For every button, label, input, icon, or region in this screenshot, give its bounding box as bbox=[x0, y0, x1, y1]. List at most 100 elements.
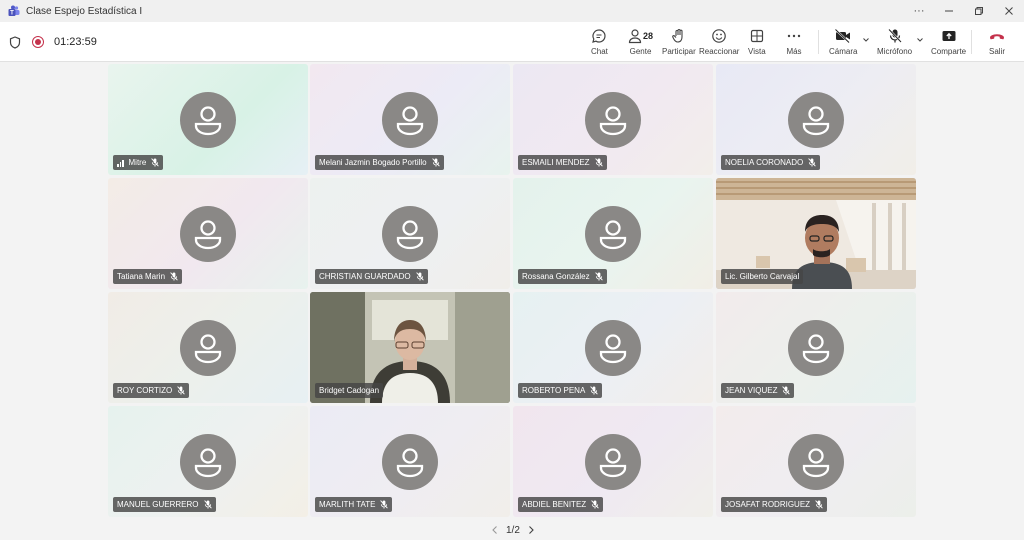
participant-name: Mitre bbox=[128, 158, 147, 167]
camera-button[interactable]: Cámara bbox=[829, 26, 857, 60]
participant-name-tag: Tatiana Marin bbox=[113, 269, 183, 284]
gallery-pager: 1/2 bbox=[488, 522, 538, 538]
people-button[interactable]: 28 Gente bbox=[628, 26, 653, 60]
close-button[interactable] bbox=[994, 0, 1024, 22]
share-screen-icon bbox=[941, 26, 957, 46]
participant-tile[interactable]: Melani Jazmin Bogado Portillo bbox=[310, 64, 510, 175]
toolbar-divider bbox=[971, 30, 972, 54]
participant-name: Melani Jazmin Bogado Portillo bbox=[319, 158, 427, 167]
participant-tile[interactable]: NOELIA CORONADO bbox=[716, 64, 916, 175]
participant-name: Lic. Gilberto Carvajal bbox=[725, 272, 800, 281]
mic-muted-icon bbox=[177, 386, 186, 395]
leave-button[interactable]: Salir bbox=[988, 26, 1006, 60]
teams-logo-icon: T bbox=[8, 5, 20, 17]
participant-name-tag: Bridget Cadogan bbox=[315, 383, 384, 398]
signal-icon bbox=[117, 159, 125, 167]
view-button[interactable]: Vista bbox=[748, 26, 766, 60]
participant-tile[interactable]: Tatiana Marin bbox=[108, 178, 308, 289]
participant-name-tag: JOSAFAT RODRIGUEZ bbox=[721, 497, 828, 512]
participant-tile[interactable]: ROY CORTIZO bbox=[108, 292, 308, 403]
previous-page-chevron-icon[interactable] bbox=[488, 525, 502, 535]
participant-tile[interactable]: CHRISTIAN GUARDADO bbox=[310, 178, 510, 289]
microphone-button[interactable]: Micrófono bbox=[877, 26, 912, 60]
participant-tile[interactable]: JOSAFAT RODRIGUEZ bbox=[716, 406, 916, 517]
mic-muted-icon bbox=[590, 386, 599, 395]
participant-tile[interactable]: ABDIEL BENITEZ bbox=[513, 406, 713, 517]
more-button[interactable]: Más bbox=[786, 26, 802, 60]
leave-label: Salir bbox=[988, 47, 1005, 56]
react-button[interactable]: Reaccionar bbox=[699, 26, 739, 60]
mic-muted-icon bbox=[431, 158, 440, 167]
page-indicator: 1/2 bbox=[506, 524, 520, 536]
participant-tile[interactable]: Mitre bbox=[108, 64, 308, 175]
title-bar: T Clase Espejo Estadística I ··· bbox=[0, 0, 1024, 22]
participant-name-tag: ESMAILI MENDEZ bbox=[518, 155, 607, 170]
mic-muted-icon bbox=[594, 158, 603, 167]
share-label: Comparte bbox=[931, 47, 967, 56]
raise-hand-label: Participar bbox=[662, 47, 696, 56]
avatar bbox=[788, 320, 844, 376]
video-grid: Mitre Melani Jazmin Bogado Portillo ESMA… bbox=[108, 64, 916, 518]
avatar bbox=[180, 206, 236, 262]
avatar bbox=[585, 320, 641, 376]
mic-muted-icon bbox=[815, 500, 823, 509]
avatar bbox=[180, 320, 236, 376]
participant-tile[interactable]: ROBERTO PENA bbox=[513, 292, 713, 403]
mic-muted-icon bbox=[380, 500, 389, 509]
participant-name: ROY CORTIZO bbox=[117, 386, 173, 395]
share-button[interactable]: Comparte bbox=[931, 26, 966, 60]
avatar bbox=[382, 206, 438, 262]
mic-muted-icon bbox=[782, 386, 791, 395]
shield-icon[interactable] bbox=[8, 35, 22, 49]
svg-text:T: T bbox=[10, 11, 14, 17]
participant-name-tag: CHRISTIAN GUARDADO bbox=[315, 269, 428, 284]
more-options-icon[interactable]: ··· bbox=[904, 0, 934, 22]
toolbar-divider bbox=[818, 30, 819, 54]
camera-label: Cámara bbox=[829, 47, 858, 56]
chat-icon bbox=[591, 26, 607, 46]
participant-name: Bridget Cadogan bbox=[319, 386, 380, 395]
participant-name-tag: JEAN VIQUEZ bbox=[721, 383, 795, 398]
avatar bbox=[180, 92, 236, 148]
mic-muted-icon bbox=[591, 500, 599, 509]
participant-name: ABDIEL BENITEZ bbox=[522, 500, 587, 509]
restore-button[interactable] bbox=[964, 0, 994, 22]
camera-options-chevron-icon[interactable] bbox=[862, 36, 870, 44]
participant-video-tile[interactable]: Lic. Gilberto Carvajal bbox=[716, 178, 916, 289]
recording-icon bbox=[32, 36, 44, 48]
mic-muted-icon bbox=[808, 158, 816, 167]
react-label: Reaccionar bbox=[699, 47, 740, 56]
mic-muted-icon bbox=[170, 272, 178, 281]
participant-name: JEAN VIQUEZ bbox=[725, 386, 778, 395]
more-dots-icon bbox=[786, 26, 802, 46]
raise-hand-button[interactable]: Participar bbox=[662, 26, 696, 60]
participant-tile[interactable]: JEAN VIQUEZ bbox=[716, 292, 916, 403]
participant-name-tag: MARLITH TATE bbox=[315, 497, 393, 512]
avatar bbox=[585, 206, 641, 262]
participant-name-tag: Lic. Gilberto Carvajal bbox=[721, 269, 804, 284]
next-page-chevron-icon[interactable] bbox=[524, 525, 538, 535]
participant-name-tag: ABDIEL BENITEZ bbox=[518, 497, 604, 512]
avatar bbox=[382, 434, 438, 490]
participant-tile[interactable]: MANUEL GUERRERO bbox=[108, 406, 308, 517]
participant-name-tag: Mitre bbox=[113, 155, 164, 170]
participant-video-tile[interactable]: Bridget Cadogan bbox=[310, 292, 510, 403]
camera-off-icon bbox=[834, 26, 852, 46]
more-label: Más bbox=[786, 47, 802, 56]
participant-name: JOSAFAT RODRIGUEZ bbox=[725, 500, 811, 509]
participant-tile[interactable]: Rossana González bbox=[513, 178, 713, 289]
participant-name: Tatiana Marin bbox=[117, 272, 166, 281]
raise-hand-icon bbox=[671, 26, 687, 46]
participant-name: ESMAILI MENDEZ bbox=[522, 158, 590, 167]
participant-tile[interactable]: ESMAILI MENDEZ bbox=[513, 64, 713, 175]
chat-button[interactable]: Chat bbox=[591, 26, 608, 60]
people-label: Gente bbox=[629, 47, 652, 56]
avatar bbox=[382, 92, 438, 148]
meeting-timer: 01:23:59 bbox=[54, 36, 97, 48]
mic-options-chevron-icon[interactable] bbox=[916, 36, 924, 44]
grid-view-icon bbox=[749, 26, 765, 46]
participant-tile[interactable]: MARLITH TATE bbox=[310, 406, 510, 517]
avatar bbox=[788, 434, 844, 490]
minimize-button[interactable] bbox=[934, 0, 964, 22]
view-label: Vista bbox=[748, 47, 766, 56]
